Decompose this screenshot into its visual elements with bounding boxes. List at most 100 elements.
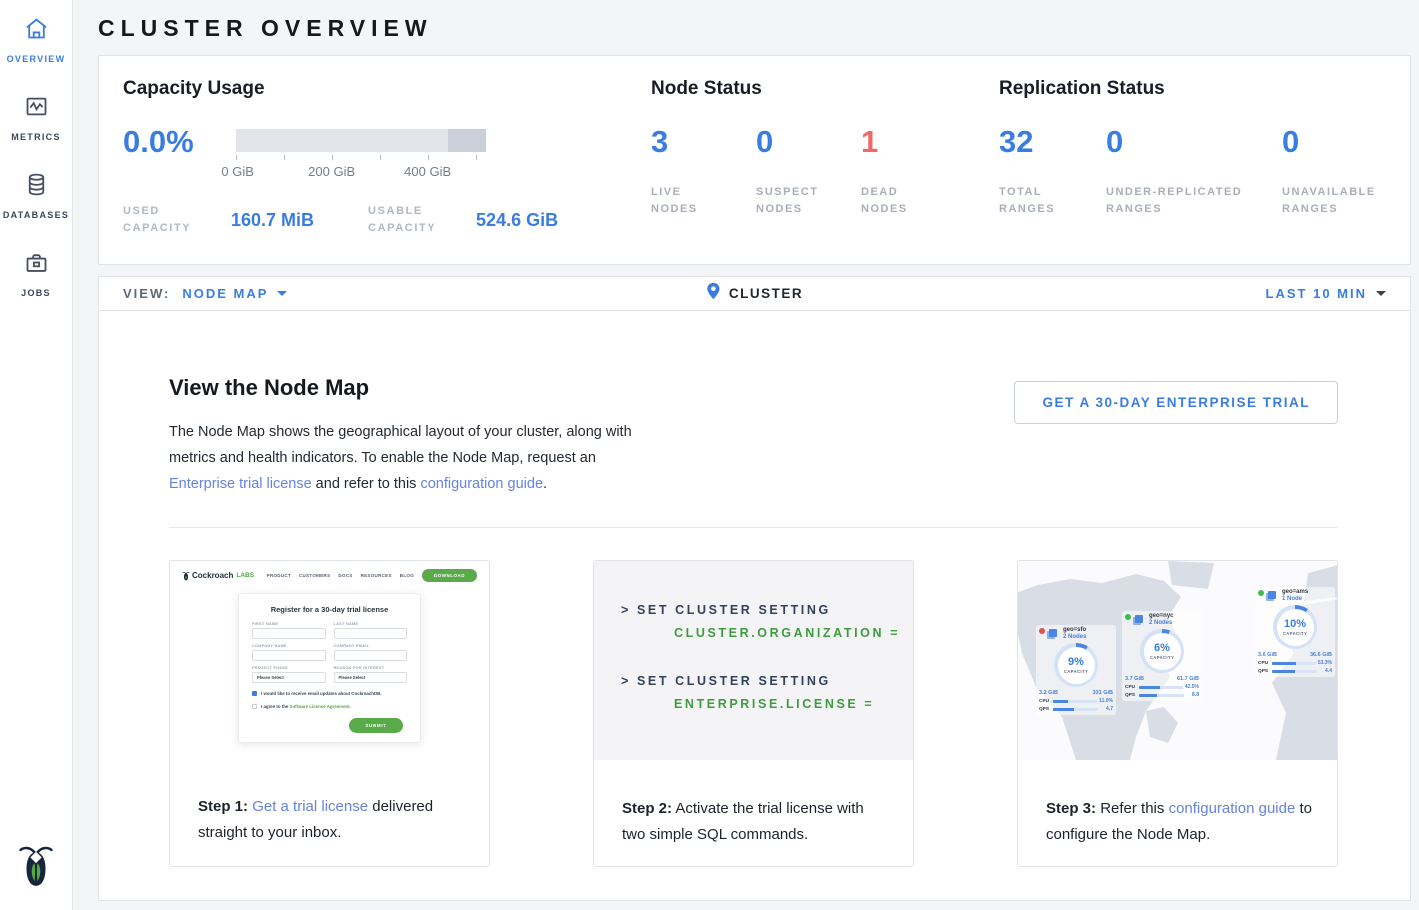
submit-pill: SUBMIT [349,718,403,733]
node-cube-icon [1268,591,1276,599]
download-pill: DOWNLOAD [422,569,477,582]
capacity-used-percent: 0.0% [123,124,194,181]
view-dropdown-value: NODE MAP [182,286,268,301]
first-name-field [252,628,326,639]
license-agreement-checkbox [252,704,257,709]
step-1-card: Cockroach LABS PRODUCT CUSTOMERS DOCS RE… [169,560,490,867]
node-count: 2 Nodes [1063,634,1086,640]
form-title: Register for a 30-day trial license [252,605,407,614]
configuration-guide-link[interactable]: configuration guide [420,476,543,492]
node-map-panel: View the Node Map The Node Map shows the… [98,311,1411,901]
logo-suffix: LABS [236,572,254,579]
axis-tick-label: 200 GiB [308,164,355,179]
capacity-percent: 6% [1154,642,1170,654]
node-map-description: The Node Map shows the geographical layo… [169,419,649,497]
metrics-icon [23,93,50,125]
node-map-preview-image: geo=sfo 2 Nodes 9% CAPACITY 3.2 GiB [1018,561,1337,760]
capacity-donut: 6% CAPACITY [1140,629,1184,673]
checkbox-label: I agree to the Software License Agreemen… [261,704,351,709]
node-status-title: Node Status [651,78,999,100]
used-gib: 3.2 GiB [1039,690,1058,696]
capacity-percent: 9% [1068,656,1084,668]
cpu-label: CPU [1039,699,1051,704]
sql-command: > SET CLUSTER SETTING [621,674,913,688]
unavailable-ranges-label: UNAVAILABLE RANGES [1282,184,1392,218]
node-status-section: Node Status 3 LIVE NODES 0 SUSPECT NODES… [651,78,999,264]
configuration-guide-link[interactable]: configuration guide [1169,800,1296,817]
nav-item: RESOURCES [361,573,392,578]
used-capacity-label: USED CAPACITY [123,203,219,237]
suspect-nodes-label: SUSPECT NODES [756,184,836,218]
node-widget-sfo: geo=sfo 2 Nodes 9% CAPACITY 3.2 GiB [1036,625,1116,715]
sidebar-item-label: OVERVIEW [7,54,66,64]
step-1-caption: Step 1: Get a trial license delivered st… [170,794,489,846]
total-ranges-value: 32 [999,124,1106,160]
nav-item: BLOG [400,573,414,578]
field-label: COMPANY EMAIL [334,644,408,648]
description-line: metrics and health indicators. To enable… [169,450,596,466]
dead-nodes-stat: 1 DEAD NODES [861,124,921,218]
company-name-field [252,650,326,661]
live-status-dot [1125,614,1131,620]
jobs-icon [23,249,50,281]
cockroach-labs-wordmark: Cockroach LABS [182,571,254,581]
enterprise-trial-license-link[interactable]: Enterprise trial license [169,476,312,492]
sidebar-item-overview[interactable]: OVERVIEW [0,0,72,78]
step-label: Step 3: [1046,800,1096,817]
home-icon [23,15,50,47]
dead-nodes-label: DEAD NODES [861,184,921,218]
view-dropdown[interactable]: NODE MAP [182,286,287,301]
qps-label: QPS [1125,693,1137,698]
sidebar-item-label: DATABASES [3,210,69,220]
used-capacity-value: 160.7 MiB [231,210,314,231]
capacity-label: CAPACITY [1283,631,1307,636]
node-cube-icon [1049,629,1057,637]
sidebar-item-databases[interactable]: DATABASES [0,156,72,234]
capacity-percent: 10% [1284,618,1306,630]
site-nav: PRODUCT CUSTOMERS DOCS RESOURCES BLOG DO… [267,569,477,582]
field-label: PROJECT PHASE [252,666,326,670]
sidebar-item-metrics[interactable]: METRICS [0,78,72,156]
live-nodes-label: LIVE NODES [651,184,731,218]
capacity-bar [236,129,486,152]
total-ranges-stat: 32 TOTAL RANGES [999,124,1106,218]
sidebar: OVERVIEW METRICS DATABASES JOBS [0,0,73,910]
capacity-axis: 0 GiB 200 GiB 400 GiB [236,155,486,181]
cluster-scope-label: CLUSTER [729,286,803,301]
capacity-label: CAPACITY [1150,655,1174,660]
get-trial-license-link[interactable]: Get a trial license [252,798,368,815]
used-gib: 3.7 GiB [1125,676,1144,682]
live-nodes-value: 3 [651,124,756,160]
content-area: CLUSTER OVERVIEW Capacity Usage 0.0% 0 G… [73,0,1419,910]
nav-item: PRODUCT [267,573,291,578]
map-pin-icon [706,282,720,305]
step-2-card: > SET CLUSTER SETTING CLUSTER.ORGANIZATI… [593,560,914,867]
total-ranges-label: TOTAL RANGES [999,184,1079,218]
breadcrumb-cluster: CLUSTER [706,282,803,305]
total-gib: 331 GiB [1093,690,1113,696]
cpu-value: 53.3% [1318,660,1332,666]
sidebar-item-jobs[interactable]: JOBS [0,234,72,312]
under-replicated-ranges-value: 0 [1106,124,1282,160]
node-widget-nyc: geo=nyc 2 Nodes 6% CAPACITY 3.7 GiB [1122,611,1202,701]
capacity-usage-title: Capacity Usage [123,78,651,100]
field-label: LAST NAME [334,622,408,626]
total-gib: 61.7 GiB [1177,676,1199,682]
step-3-caption: Step 3: Refer this configuration guide t… [1018,796,1337,848]
locality-name: geo=nyc [1149,613,1174,619]
trial-registration-form: Register for a 30-day trial license FIRS… [238,593,421,743]
node-map-title: View the Node Map [169,375,649,401]
chevron-down-icon [1376,291,1386,296]
enterprise-trial-button[interactable]: GET A 30-DAY ENTERPRISE TRIAL [1014,381,1338,424]
description-line: and refer to this [312,476,421,492]
time-range-value: LAST 10 MIN [1266,286,1367,301]
total-gib: 36.6 GiB [1310,652,1332,658]
node-count: 2 Nodes [1149,620,1174,626]
sql-commands-snippet: > SET CLUSTER SETTING CLUSTER.ORGANIZATI… [594,561,913,760]
page-title: CLUSTER OVERVIEW [98,15,1411,42]
capacity-label: CAPACITY [1064,669,1088,674]
time-range-dropdown[interactable]: LAST 10 MIN [1266,286,1386,301]
usable-capacity-value: 524.6 GiB [476,210,558,231]
trial-registration-screenshot: Cockroach LABS PRODUCT CUSTOMERS DOCS RE… [170,561,489,747]
live-nodes-stat: 3 LIVE NODES [651,124,756,218]
